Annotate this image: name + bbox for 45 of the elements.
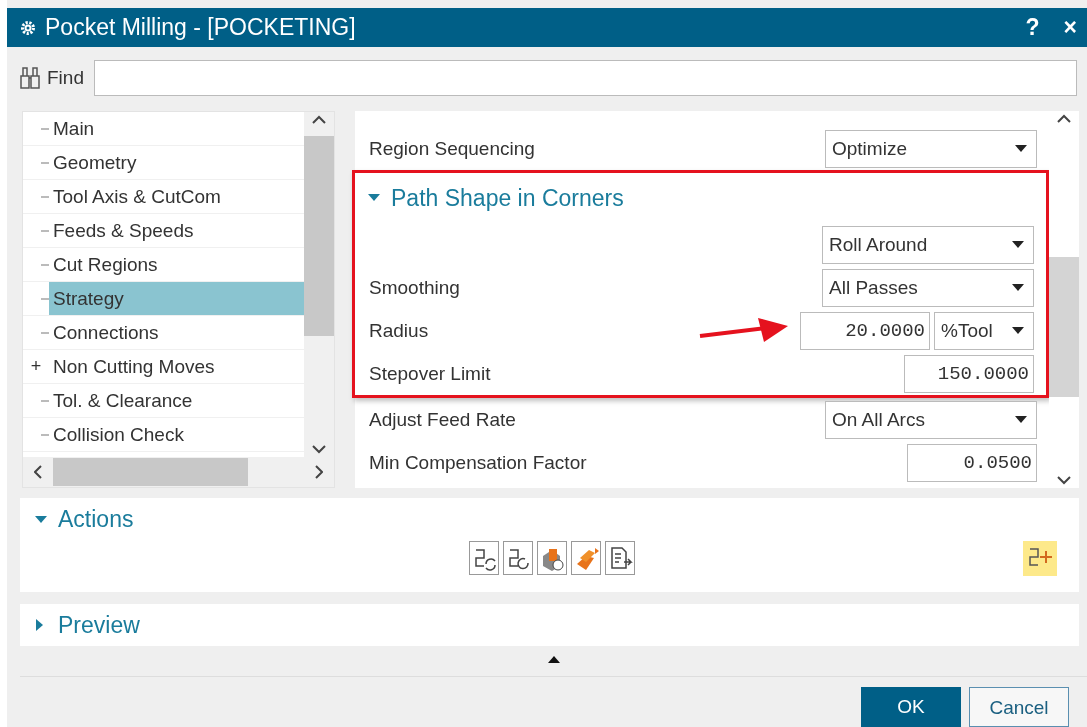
find-field[interactable] [93,60,1077,97]
field-label: Min Compensation Factor [369,450,587,475]
number-field[interactable]: 20.0000 [800,311,930,350]
gear-icon [19,18,37,37]
block-check-button[interactable] [536,541,567,576]
expand-icon[interactable]: + [30,356,42,377]
binoculars-icon [19,66,41,91]
flowchart-add-button[interactable] [1023,540,1057,576]
dropdown[interactable]: On All Arcs [825,400,1037,439]
tree-item[interactable]: Cut Regions [49,250,304,280]
field-label: Adjust Feed Rate [369,407,516,432]
tree-item[interactable]: Non Cutting Moves [49,352,304,382]
field-label: Smoothing [369,275,460,300]
field-label: Stepover Limit [369,361,491,386]
window-title: Pocket Milling - [POCKETING] [45,13,357,43]
stair-block-button[interactable] [570,541,601,576]
ok-button[interactable]: OK [861,687,961,727]
group-title[interactable]: Path Shape in Corners [391,181,624,216]
tree-item[interactable]: Collision Check [49,420,304,450]
dropdown[interactable]: %Tool [934,311,1034,350]
section-title[interactable]: Actions [58,502,134,537]
field-label: Region Sequencing [369,136,535,161]
tree-item[interactable]: Tol. & Clearance [49,386,304,416]
dropdown[interactable]: Optimize [825,129,1037,168]
scroll-right-icon [315,465,323,480]
close-button[interactable]: × [1063,10,1077,45]
tree-item[interactable]: Geometry [49,148,304,178]
document-export-button[interactable] [604,541,635,576]
section-title[interactable]: Preview [58,607,140,643]
dropdown[interactable]: All Passes [822,268,1034,307]
tree-item[interactable]: Tool Axis & CutCom [49,182,304,212]
tree-item[interactable]: Connections [49,318,304,348]
help-button[interactable]: ? [1025,10,1040,45]
field-label: Radius [369,318,429,343]
dropdown[interactable]: Roll Around [822,225,1034,264]
tree-item[interactable]: Strategy [49,282,304,316]
cancel-button[interactable]: Cancel [969,687,1069,727]
flowchart-refresh-button[interactable] [502,541,533,576]
number-field[interactable]: 0.0500 [907,443,1037,482]
tree-item[interactable]: Feeds & Speeds [49,216,304,246]
find-label: Find [47,66,84,91]
scroll-left-icon [34,465,42,480]
flowchart-cycle-button[interactable] [468,541,499,576]
number-field[interactable]: 150.0000 [904,354,1034,393]
tree-item[interactable]: Main [49,114,304,144]
